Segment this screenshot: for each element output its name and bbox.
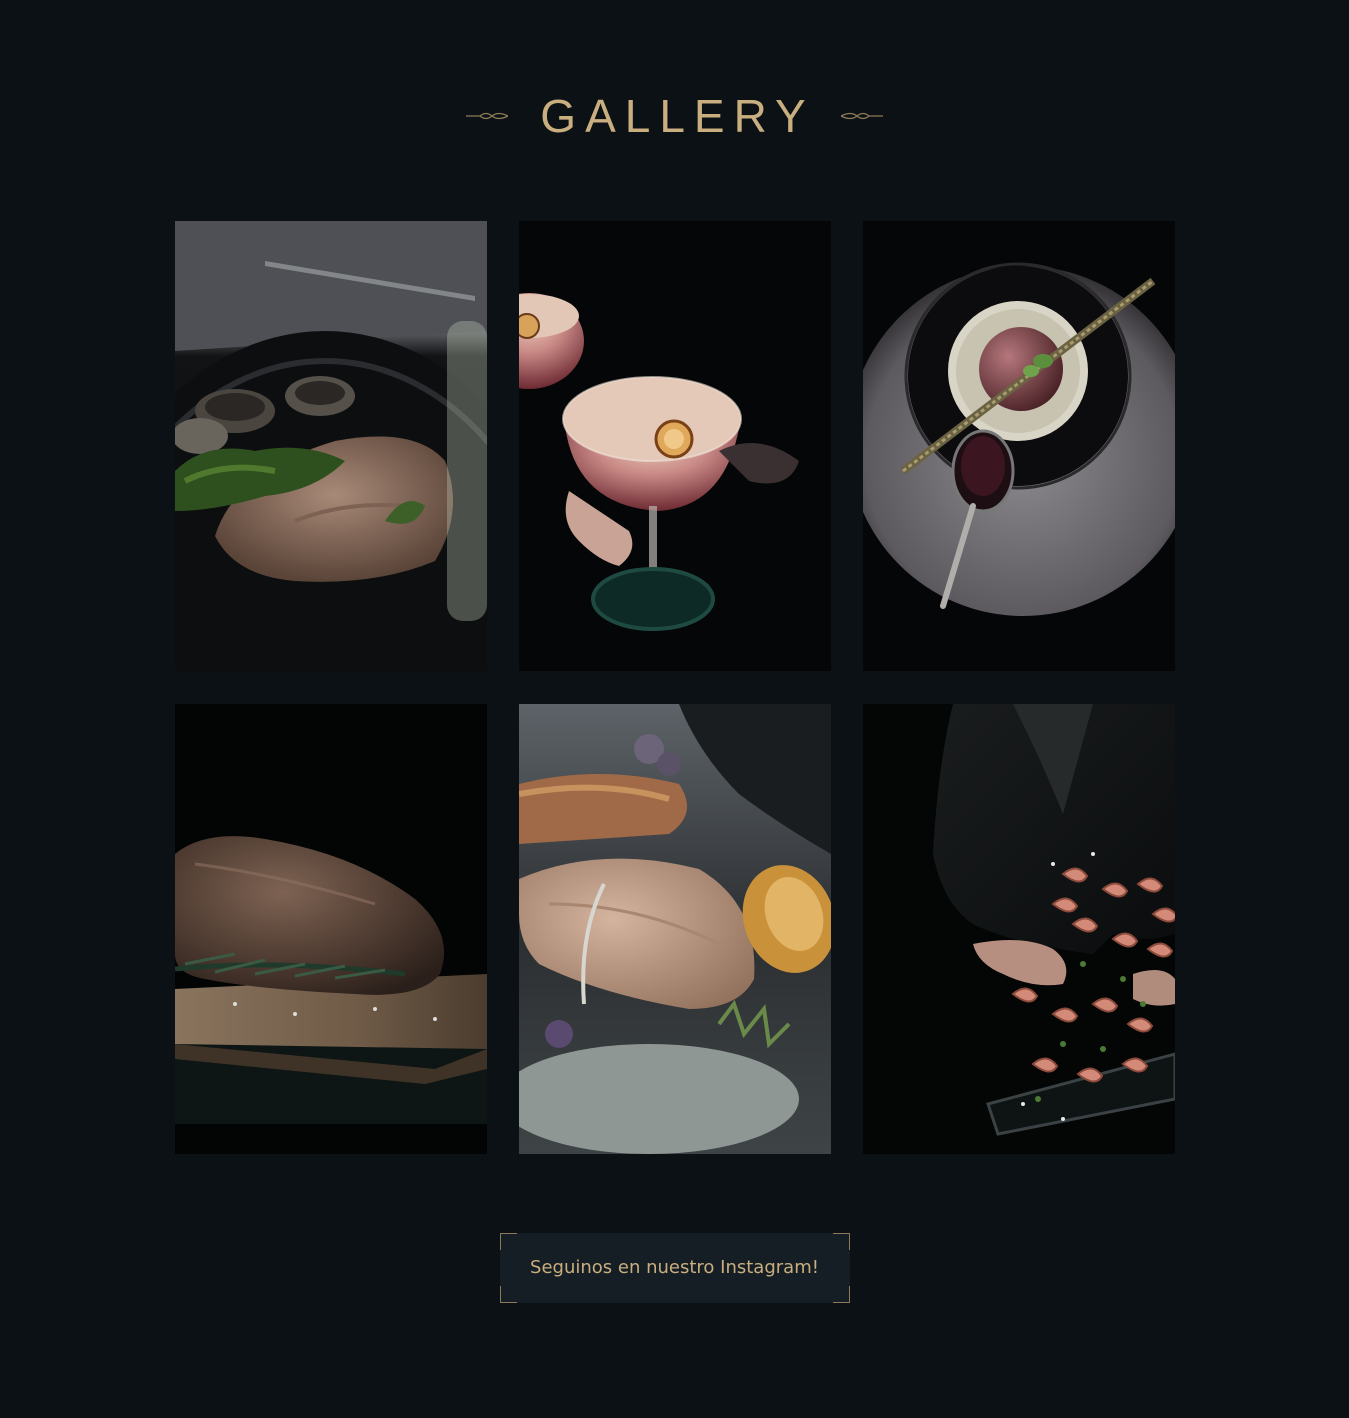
- right-ornament-icon: [840, 112, 883, 120]
- gallery-page: GALLERY Seguinos en nuestro Instagram!: [0, 0, 1349, 1418]
- button-corner-bottom-right: [832, 1286, 850, 1303]
- pork-clams-photo: [175, 221, 487, 671]
- gallery-image-beef[interactable]: [175, 704, 487, 1154]
- button-corner-bottom-left: [499, 1286, 517, 1303]
- beef-photo: [175, 704, 487, 1154]
- gallery-grid: [175, 221, 1175, 1154]
- instagram-follow-label: Seguinos en nuestro Instagram!: [530, 1257, 819, 1278]
- gallery-image-shrimp[interactable]: [863, 704, 1175, 1154]
- cta-container: Seguinos en nuestro Instagram!: [0, 1233, 1349, 1303]
- gallery-heading: GALLERY: [0, 84, 1349, 148]
- fish-photo: [519, 704, 831, 1154]
- left-ornament-icon: [466, 112, 509, 120]
- gallery-image-cocktail[interactable]: [519, 221, 831, 671]
- gallery-image-fish[interactable]: [519, 704, 831, 1154]
- shrimp-photo: [863, 704, 1175, 1154]
- gallery-image-dessert[interactable]: [863, 221, 1175, 671]
- cocktail-photo: [519, 221, 831, 671]
- instagram-follow-button[interactable]: Seguinos en nuestro Instagram!: [499, 1233, 850, 1303]
- gallery-image-pork-clams[interactable]: [175, 221, 487, 671]
- page-title: GALLERY: [540, 90, 815, 142]
- button-corner-top-left: [499, 1233, 517, 1250]
- button-corner-top-right: [832, 1233, 850, 1250]
- dessert-photo: [863, 221, 1175, 671]
